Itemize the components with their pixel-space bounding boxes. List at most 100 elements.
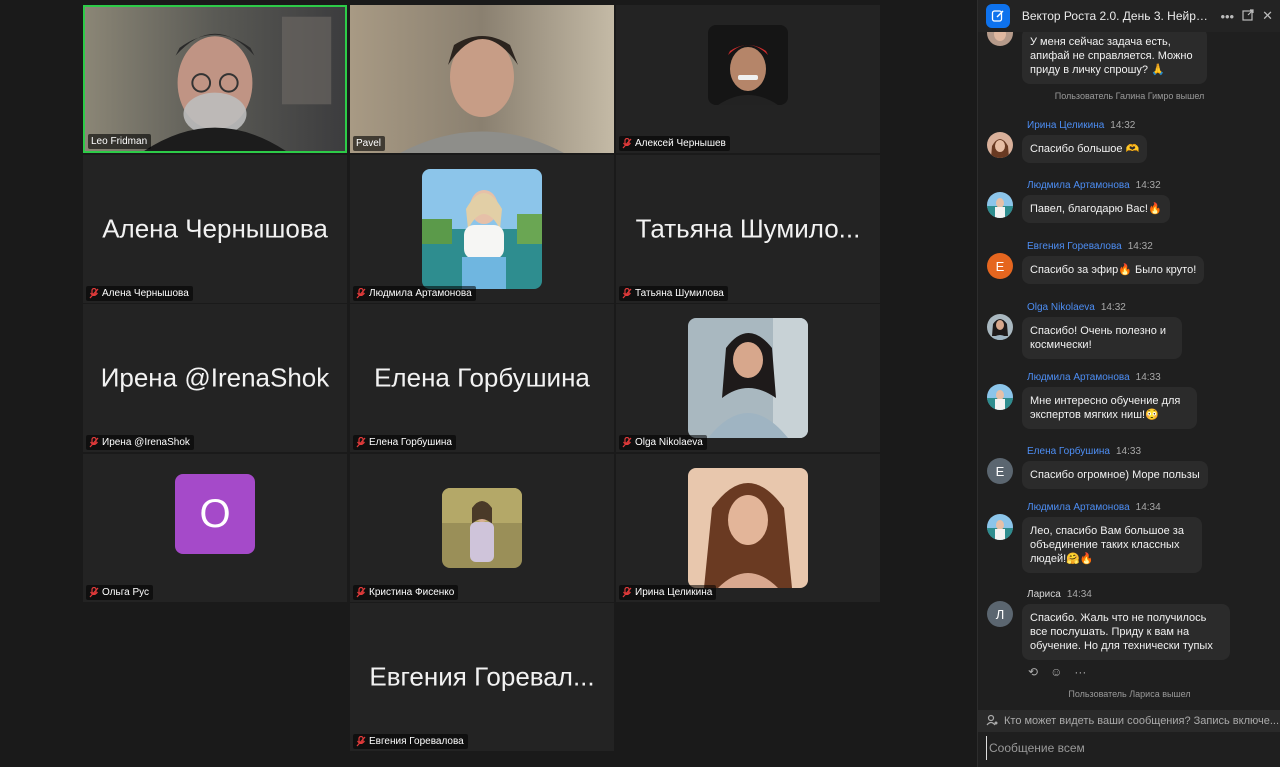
mic-muted-icon xyxy=(622,437,632,448)
close-icon[interactable]: ✕ xyxy=(1262,8,1273,24)
message-sender[interactable]: Людмила Артамонова 14:32 xyxy=(1027,180,1161,191)
popout-icon[interactable] xyxy=(1242,8,1254,24)
message-sender[interactable]: Olga Nikolaeva 14:32 xyxy=(1027,302,1126,313)
participant-nameplate: Ирина Целикина xyxy=(619,585,717,600)
message-bubble: Спасибо большое 🫶 xyxy=(1022,135,1148,163)
message-time: 14:33 xyxy=(1116,446,1142,457)
message-time: 14:32 xyxy=(1135,180,1161,191)
participant-nameplate: Ольга Рус xyxy=(86,585,154,600)
message-bubble: Спасибо за эфир🔥 Было круто! xyxy=(1022,256,1205,284)
avatar-letter: О xyxy=(175,474,255,554)
system-message: Пользователь Лариса вышел xyxy=(1068,689,1191,699)
avatar xyxy=(987,314,1013,340)
message-sender[interactable]: Людмила Артамонова 14:33 xyxy=(1027,372,1161,383)
mic-muted-icon xyxy=(356,587,366,598)
message-time: 14:34 xyxy=(1066,589,1092,600)
participant-display-name: Татьяна Шумило... xyxy=(635,213,861,244)
profile-photo xyxy=(442,488,522,568)
video-tile-alena[interactable]: Алена Чернышова Алена Чернышова xyxy=(83,155,347,303)
people-icon xyxy=(986,714,998,729)
video-tile-pavel[interactable]: Pavel xyxy=(350,5,614,153)
message-bubble: У меня сейчас задача есть, апифай не спр… xyxy=(1022,32,1207,84)
add-reaction-icon[interactable]: ☺ xyxy=(1050,665,1062,679)
video-tile-aleksey[interactable]: Алексей Чернышев xyxy=(616,5,880,153)
chat-messages[interactable]: У меня сейчас задача есть, апифай не спр… xyxy=(978,32,1280,710)
participant-nameplate: Алена Чернышова xyxy=(86,286,193,301)
participant-name: Leo Fridman xyxy=(91,136,148,147)
mic-muted-icon xyxy=(622,138,632,149)
participant-nameplate: Евгения Горевалова xyxy=(353,734,468,749)
avatar: Е xyxy=(987,458,1013,484)
system-message: Пользователь Галина Гимро вышел xyxy=(1054,91,1205,101)
video-tile-tatyana[interactable]: Татьяна Шумило... Татьяна Шумилова xyxy=(616,155,880,303)
avatar xyxy=(987,32,1013,46)
participant-nameplate: Елена Горбушина xyxy=(353,435,456,450)
participant-nameplate: Leo Fridman xyxy=(88,134,152,149)
chat-privacy-notice[interactable]: Кто может видеть ваши сообщения? Запись … xyxy=(978,710,1280,732)
message-time: 14:32 xyxy=(1110,120,1136,131)
video-grid: Leo Fridman Pavel Алексей Чернышев Алена… xyxy=(0,0,977,767)
mic-muted-icon xyxy=(89,587,99,598)
chat-composer xyxy=(978,732,1280,767)
participant-name: Кристина Фисенко xyxy=(369,587,455,598)
participant-name: Елена Горбушина xyxy=(369,437,452,448)
message-actions: ⟲ ☺ ··· xyxy=(1028,665,1086,679)
message-time: 14:32 xyxy=(1100,302,1126,313)
avatar: Л xyxy=(987,601,1013,627)
video-tile-irena[interactable]: Ирена @IrenaShok Ирена @IrenaShok xyxy=(83,304,347,452)
participant-name: Алексей Чернышев xyxy=(635,138,726,149)
video-tile-leo[interactable]: Leo Fridman xyxy=(83,5,347,153)
message-sender[interactable]: Ирина Целикина 14:32 xyxy=(1027,120,1135,131)
participant-name: Olga Nikolaeva xyxy=(635,437,703,448)
participant-name: Людмила Артамонова xyxy=(369,288,472,299)
video-tile-kristina[interactable]: Кристина Фисенко xyxy=(350,454,614,602)
sender-name: Людмила Артамонова xyxy=(1027,372,1130,383)
participant-nameplate: Olga Nikolaeva xyxy=(619,435,707,450)
participant-name: Ирена @IrenaShok xyxy=(102,437,190,448)
participant-name: Евгения Горевалова xyxy=(369,736,464,747)
participant-nameplate: Кристина Фисенко xyxy=(353,585,459,600)
sender-name: Людмила Артамонова xyxy=(1027,502,1130,513)
video-tile-olga-rus[interactable]: О Ольга Рус xyxy=(83,454,347,602)
sender-name: Людмила Артамонова xyxy=(1027,180,1130,191)
sender-name: Olga Nikolaeva xyxy=(1027,302,1095,313)
profile-photo xyxy=(708,25,788,105)
participant-display-name: Ирена @IrenaShok xyxy=(100,362,330,393)
more-icon[interactable]: ··· xyxy=(1074,665,1086,679)
participant-name: Ольга Рус xyxy=(102,587,150,598)
message-sender[interactable]: Лариса 14:34 xyxy=(1027,589,1092,600)
participant-name: Ирина Целикина xyxy=(635,587,713,598)
message-sender[interactable]: Евгения Горевалова 14:32 xyxy=(1027,241,1153,252)
video-tile-lyudmila[interactable]: Людмила Артамонова xyxy=(350,155,614,303)
video-feed xyxy=(85,7,345,151)
video-tile-evgenia[interactable]: Евгения Горевал... Евгения Горевалова xyxy=(350,603,614,751)
mic-muted-icon xyxy=(622,587,632,598)
video-tile-elena[interactable]: Елена Горбушина Елена Горбушина xyxy=(350,304,614,452)
chat-title: Вектор Роста 2.0. День 3. Нейрос... xyxy=(1021,9,1213,23)
message-bubble: Спасибо огромное) Море пользы xyxy=(1022,461,1208,489)
message-bubble: Спасибо! Очень полезно и космически! xyxy=(1022,317,1182,359)
avatar xyxy=(987,192,1013,218)
sender-name: Лариса xyxy=(1027,589,1061,600)
reply-icon[interactable]: ⟲ xyxy=(1028,665,1038,679)
mic-muted-icon xyxy=(89,288,99,299)
more-icon[interactable]: ••• xyxy=(1220,9,1234,24)
chat-message-input[interactable] xyxy=(986,736,1280,760)
participant-nameplate: Татьяна Шумилова xyxy=(619,286,728,301)
participant-name: Алена Чернышова xyxy=(102,288,189,299)
message-sender[interactable]: Елена Горбушина 14:33 xyxy=(1027,446,1141,457)
mic-muted-icon xyxy=(356,736,366,747)
notice-text: Кто может видеть ваши сообщения? Запись … xyxy=(1004,715,1280,727)
message-time: 14:33 xyxy=(1135,372,1161,383)
sender-name: Ирина Целикина xyxy=(1027,120,1105,131)
message-time: 14:32 xyxy=(1127,241,1153,252)
video-tile-irina[interactable]: Ирина Целикина xyxy=(616,454,880,602)
message-bubble: Мне интересно обучение для экспертов мяг… xyxy=(1022,387,1197,429)
message-sender[interactable]: Людмила Артамонова 14:34 xyxy=(1027,502,1161,513)
message-bubble: Лео, спасибо Вам большое за объединение … xyxy=(1022,517,1202,573)
video-tile-olga-n[interactable]: Olga Nikolaeva xyxy=(616,304,880,452)
avatar xyxy=(987,514,1013,540)
edit-icon[interactable] xyxy=(986,4,1010,28)
mic-muted-icon xyxy=(356,288,366,299)
mic-muted-icon xyxy=(356,437,366,448)
